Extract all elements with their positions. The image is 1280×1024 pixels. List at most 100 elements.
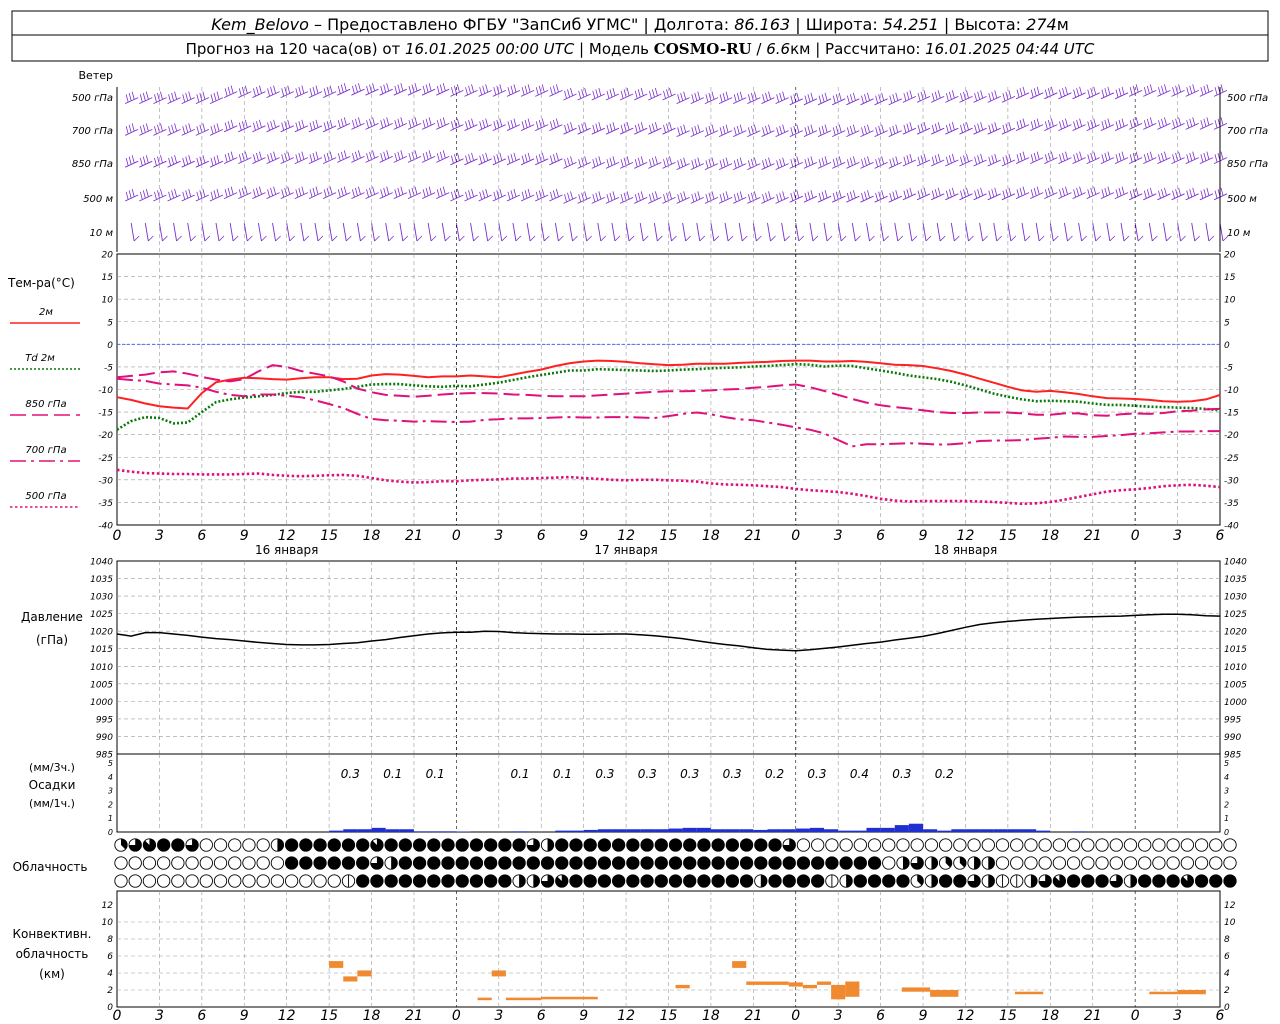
wind-barb-feather bbox=[275, 235, 281, 242]
cloud-symbol-circle bbox=[1152, 874, 1166, 888]
wind-barb-feather bbox=[782, 191, 786, 200]
wind-barb-feather bbox=[513, 188, 517, 197]
wind-barb-shaft bbox=[1205, 222, 1210, 242]
wind-barb-feather bbox=[634, 90, 638, 99]
cloud-symbol bbox=[1209, 874, 1223, 888]
cloud-symbol-circle bbox=[512, 838, 526, 852]
cloud-symbol bbox=[882, 838, 896, 852]
hour-tick-label: 0 bbox=[1131, 528, 1140, 544]
cloud-symbol bbox=[1138, 838, 1152, 852]
hour-tick-label: 21 bbox=[405, 1008, 423, 1024]
wind-barb-feather bbox=[753, 157, 757, 166]
cloud-symbol-circle bbox=[213, 856, 228, 870]
precip-3h-amount: 0.2 bbox=[935, 767, 954, 781]
header-segment: COSMO-RU bbox=[654, 40, 752, 58]
wind-barb-feather bbox=[895, 92, 899, 101]
wind-barb-feather bbox=[160, 188, 163, 197]
wind-barb-feather bbox=[977, 189, 980, 197]
wind-barb-feather bbox=[171, 156, 174, 165]
wind-barb-feather bbox=[386, 150, 390, 159]
wind-barb-feather bbox=[182, 126, 186, 134]
wind-barb-feather bbox=[634, 194, 638, 202]
wind-barb-feather bbox=[1008, 122, 1012, 130]
wind-barb-feather bbox=[1118, 119, 1122, 128]
wind-barb-feather bbox=[1065, 86, 1068, 95]
wind-barb-feather bbox=[507, 155, 511, 164]
cloud-symbol-circle bbox=[967, 838, 981, 852]
cloud-symbol-circle bbox=[739, 838, 754, 852]
wind-barb-feather bbox=[535, 191, 539, 200]
wind-barb-feather bbox=[739, 124, 743, 133]
cloud-symbol-circle bbox=[1010, 856, 1024, 870]
wind-barb-feather bbox=[1019, 119, 1023, 128]
hour-tick-label: 9 bbox=[240, 1008, 249, 1024]
cloud-symbol-circle bbox=[370, 874, 384, 888]
precip-bar bbox=[611, 829, 627, 832]
precip-bar bbox=[1036, 830, 1051, 832]
cloud-symbol-circle bbox=[199, 874, 213, 888]
wind-barb-feather bbox=[510, 85, 514, 94]
wind-barb-feather bbox=[162, 235, 168, 242]
y-tick-label: -40 bbox=[98, 522, 113, 532]
wind-barb-feather bbox=[762, 127, 765, 136]
wind-barb-feather bbox=[909, 187, 913, 196]
wind-barb-shaft bbox=[498, 222, 503, 242]
wind-barb-feather bbox=[1062, 119, 1065, 128]
wind-barb-feather bbox=[456, 152, 460, 161]
wind-barb-feather bbox=[1178, 117, 1181, 126]
cloud-symbol bbox=[526, 856, 540, 870]
cloud-symbol bbox=[654, 856, 668, 870]
cloud-symbol-circle bbox=[1138, 838, 1152, 852]
precip-bar bbox=[767, 829, 782, 832]
precip-3h-amount: 0.3 bbox=[680, 767, 699, 781]
cloud-symbol bbox=[412, 856, 427, 870]
wind-barb-feather bbox=[468, 119, 471, 128]
header-segment: 54.251 bbox=[883, 15, 939, 34]
cloud-symbol bbox=[583, 838, 597, 852]
wind-barb-feather bbox=[1220, 84, 1224, 93]
precip-bar bbox=[781, 829, 796, 832]
wind-barb-feather bbox=[564, 90, 567, 99]
cloud-symbol-circle bbox=[1152, 856, 1166, 870]
cloud-symbol-circle bbox=[1024, 838, 1038, 852]
wind-barb-feather bbox=[864, 191, 867, 200]
cloud-symbol bbox=[540, 838, 555, 852]
precip-bar bbox=[413, 831, 429, 832]
day-labels: 16 января 17 января 18 января bbox=[255, 543, 997, 557]
cloud-symbol bbox=[583, 856, 597, 870]
hour-tick-label: 9 bbox=[240, 528, 249, 544]
wind-barb-feather bbox=[1146, 152, 1150, 161]
wind-barb-feather bbox=[595, 157, 599, 166]
temp-legend-label: 700 гПа bbox=[25, 445, 66, 456]
cloud-symbol-fill bbox=[391, 856, 398, 870]
wind-barb-feather bbox=[937, 90, 941, 99]
wind-barb-feather bbox=[1206, 117, 1210, 126]
cloud-symbol-circle bbox=[796, 856, 811, 870]
cloud-symbol bbox=[427, 838, 441, 852]
header-segment: 274 bbox=[1026, 15, 1057, 34]
wind-barb-feather bbox=[253, 122, 256, 131]
wind-barb-feather bbox=[733, 94, 737, 103]
wind-barb-feather bbox=[383, 151, 387, 160]
wind-barb-feather bbox=[1143, 87, 1147, 95]
wind-barb-feather bbox=[654, 87, 658, 96]
wind-level-label-right: 500 гПа bbox=[1227, 93, 1268, 104]
wind-barb-feather bbox=[861, 127, 864, 136]
cloud-symbol bbox=[512, 838, 526, 852]
convective-title-line-2: облачность bbox=[16, 947, 89, 961]
cloud-symbol-circle bbox=[498, 838, 512, 852]
precip-bar bbox=[979, 829, 994, 832]
hour-tick-label: 3 bbox=[834, 1008, 843, 1024]
wind-barb-feather bbox=[982, 235, 988, 242]
wind-barb-feather bbox=[1135, 187, 1139, 196]
wind-barb-feather bbox=[439, 84, 443, 93]
wind-barb-feather bbox=[620, 159, 624, 167]
cloud-symbol-fill bbox=[988, 856, 995, 870]
cloud-symbol-circle bbox=[412, 856, 427, 870]
wind-barb-feather bbox=[892, 125, 896, 134]
wind-barb-shaft bbox=[781, 222, 786, 242]
wind-barb-feather bbox=[174, 123, 177, 132]
wind-barb-feather bbox=[620, 90, 624, 99]
hour-tick-label: 12 bbox=[617, 1008, 635, 1024]
wind-barb-feather bbox=[1115, 121, 1119, 130]
